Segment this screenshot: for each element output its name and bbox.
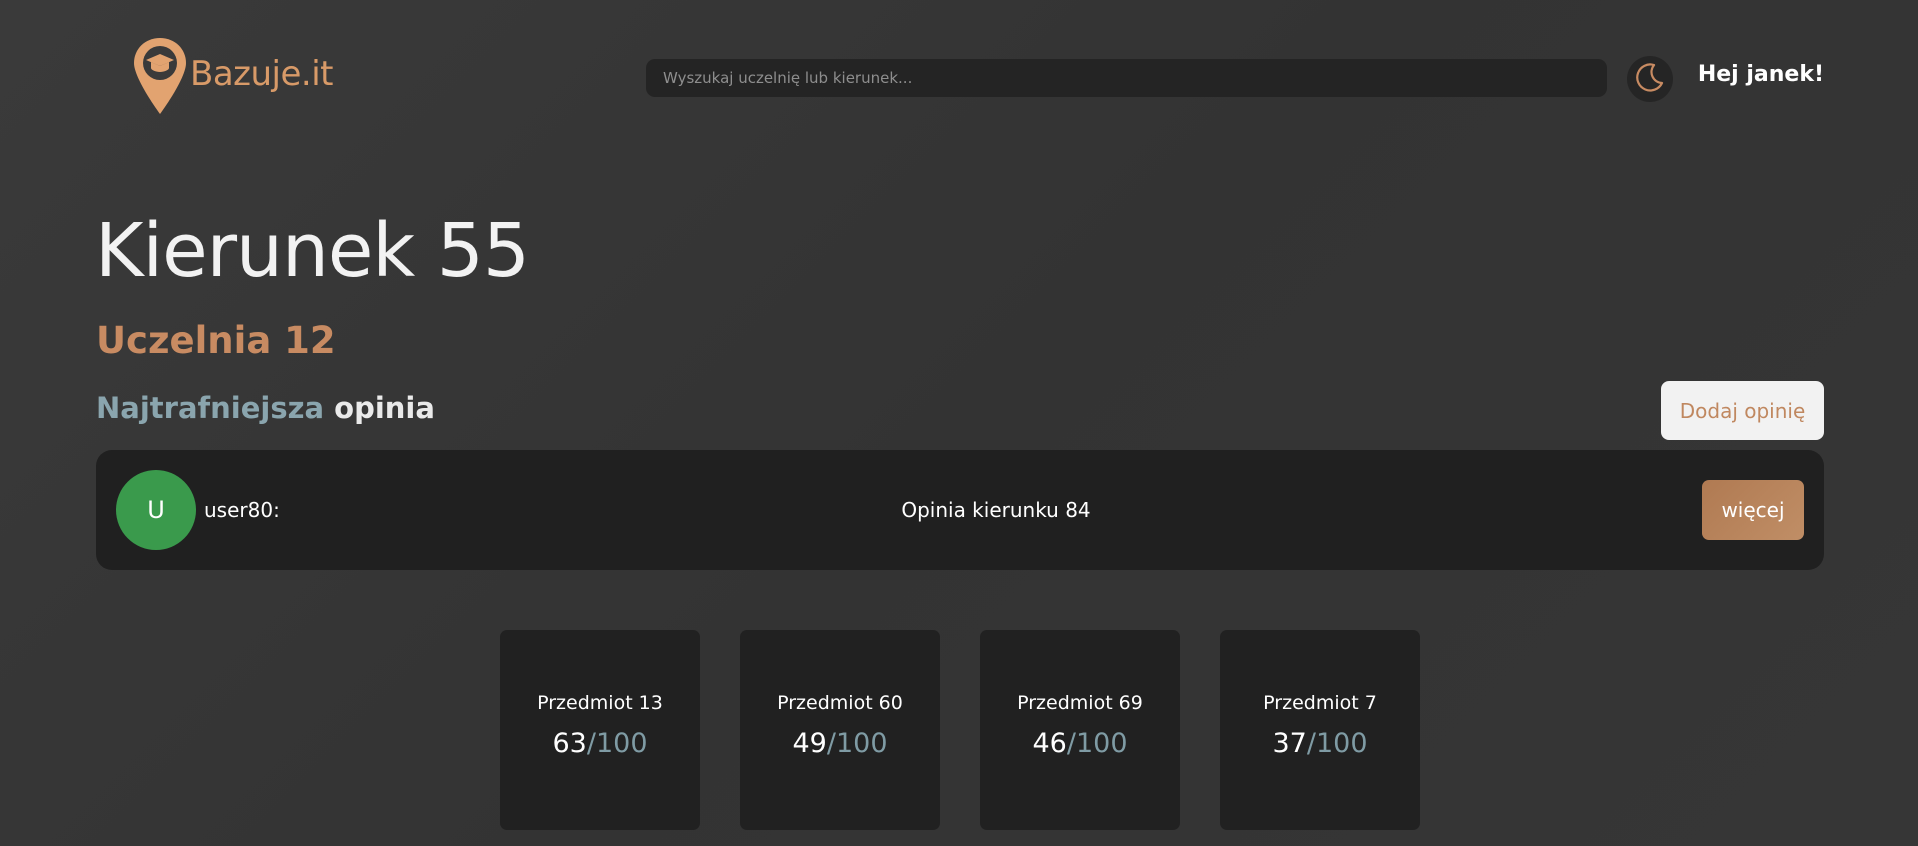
subject-score: 63/100 — [553, 728, 648, 759]
subject-tile[interactable]: Przedmiot 60 49/100 — [740, 630, 940, 830]
opinion-username: user80: — [204, 498, 280, 522]
page-title: Kierunek 55 — [95, 208, 530, 294]
logo-link[interactable]: Bazuje.it — [132, 36, 334, 116]
subject-tile[interactable]: Przedmiot 13 63/100 — [500, 630, 700, 830]
university-name[interactable]: Uczelnia 12 — [96, 322, 336, 359]
header: Bazuje.it Hej janek! — [0, 0, 1918, 156]
avatar: U — [116, 470, 196, 550]
user-greeting[interactable]: Hej janek! — [1698, 62, 1824, 87]
score-max: /100 — [1306, 728, 1368, 759]
subject-tile[interactable]: Przedmiot 7 37/100 — [1220, 630, 1420, 830]
top-opinion-card: U user80: Opinia kierunku 84 więcej — [96, 450, 1824, 570]
add-opinion-button[interactable]: Dodaj opinię — [1661, 381, 1824, 440]
section-heading: Najtrafniejsza opinia — [96, 394, 435, 423]
subject-score: 46/100 — [1033, 728, 1128, 759]
score-value: 37 — [1272, 728, 1307, 759]
subject-name: Przedmiot 69 — [1017, 692, 1143, 714]
score-value: 46 — [1032, 728, 1067, 759]
subject-list: Przedmiot 13 63/100 Przedmiot 60 49/100 … — [500, 630, 1420, 830]
search-input[interactable] — [646, 59, 1607, 97]
score-value: 49 — [792, 728, 827, 759]
subject-name: Przedmiot 7 — [1263, 692, 1377, 714]
subject-score: 49/100 — [793, 728, 888, 759]
score-max: /100 — [586, 728, 648, 759]
location-pin-icon — [132, 36, 188, 116]
moon-icon — [1634, 61, 1666, 97]
logo-text: Bazuje.it — [190, 54, 334, 94]
theme-toggle-button[interactable] — [1627, 56, 1673, 102]
section-heading-rest: opinia — [324, 391, 435, 425]
section-heading-accent: Najtrafniejsza — [96, 391, 325, 425]
more-button[interactable]: więcej — [1702, 480, 1804, 540]
score-max: /100 — [1066, 728, 1128, 759]
score-max: /100 — [826, 728, 888, 759]
opinion-text: Opinia kierunku 84 — [901, 498, 1091, 522]
subject-score: 37/100 — [1273, 728, 1368, 759]
subject-name: Przedmiot 60 — [777, 692, 903, 714]
subject-tile[interactable]: Przedmiot 69 46/100 — [980, 630, 1180, 830]
subject-name: Przedmiot 13 — [537, 692, 663, 714]
score-value: 63 — [552, 728, 587, 759]
